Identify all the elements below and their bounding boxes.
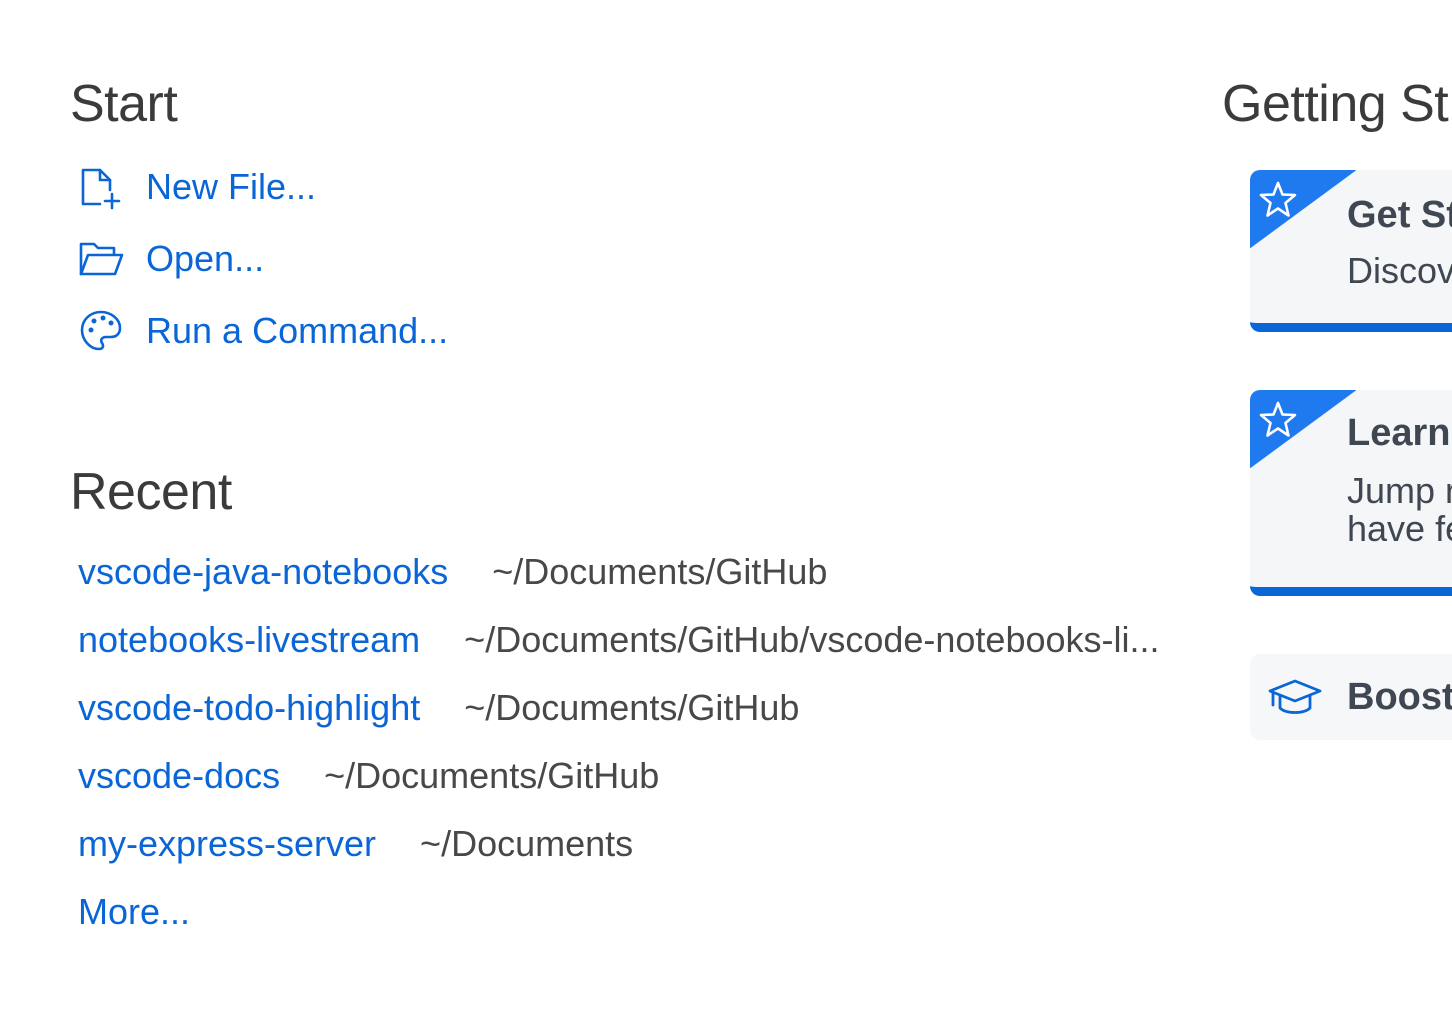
recent-item: vscode-docs ~/Documents/GitHub (78, 748, 1160, 804)
recent-list: vscode-java-notebooks ~/Documents/GitHub… (78, 544, 1160, 940)
card-title: Boost (1347, 676, 1452, 718)
card-description: Jump r have fe (1347, 470, 1452, 549)
run-command-label: Run a Command... (146, 310, 449, 351)
walkthrough-card-get-started[interactable]: Get St Discov (1250, 170, 1452, 332)
recent-item-name[interactable]: vscode-docs (78, 755, 280, 797)
recent-item-path: ~/Documents/GitHub (324, 755, 660, 796)
recent-item-path: ~/Documents (420, 823, 634, 864)
recent-item: my-express-server ~/Documents (78, 816, 1160, 872)
recent-item-path: ~/Documents/GitHub (464, 687, 800, 728)
featured-badge (1250, 390, 1356, 468)
palette-icon (78, 308, 124, 354)
recent-item-name[interactable]: notebooks-livestream (78, 619, 420, 661)
welcome-page: Start New File... Open... Run a Command.… (0, 0, 1452, 1024)
recent-item: vscode-todo-highlight ~/Documents/GitHub (78, 680, 1160, 736)
getting-started-heading: Getting St (1222, 75, 1449, 133)
recent-item-path: ~/Documents/GitHub/vscode-notebooks-li..… (464, 619, 1160, 660)
run-command-action[interactable]: Run a Command... (78, 304, 448, 358)
featured-badge (1250, 170, 1356, 248)
more-recent-link[interactable]: More... (78, 884, 1160, 940)
walkthrough-card-learn[interactable]: Learn Jump r have fe (1250, 390, 1452, 596)
walkthrough-card-boost[interactable]: Boost (1250, 654, 1452, 740)
recent-heading: Recent (70, 463, 232, 521)
card-title: Learn (1347, 412, 1451, 454)
recent-item-path: ~/Documents/GitHub (492, 551, 828, 592)
recent-item-name[interactable]: my-express-server (78, 823, 376, 865)
folder-open-icon (78, 236, 124, 282)
open-action[interactable]: Open... (78, 232, 448, 286)
recent-item-name[interactable]: vscode-java-notebooks (78, 551, 448, 593)
card-title: Get St (1347, 194, 1452, 236)
recent-item-name[interactable]: vscode-todo-highlight (78, 687, 420, 729)
start-list: New File... Open... Run a Command... (78, 160, 448, 376)
recent-item: notebooks-livestream ~/Documents/GitHub/… (78, 612, 1160, 668)
star-icon (1259, 401, 1297, 437)
open-label: Open... (146, 238, 265, 279)
new-file-label: New File... (146, 166, 317, 207)
mortarboard-icon (1268, 678, 1322, 723)
start-heading: Start (70, 75, 178, 133)
recent-item: vscode-java-notebooks ~/Documents/GitHub (78, 544, 1160, 600)
star-icon (1259, 181, 1297, 217)
card-description: Discov (1347, 250, 1452, 291)
new-file-icon (78, 164, 124, 210)
new-file-action[interactable]: New File... (78, 160, 448, 214)
